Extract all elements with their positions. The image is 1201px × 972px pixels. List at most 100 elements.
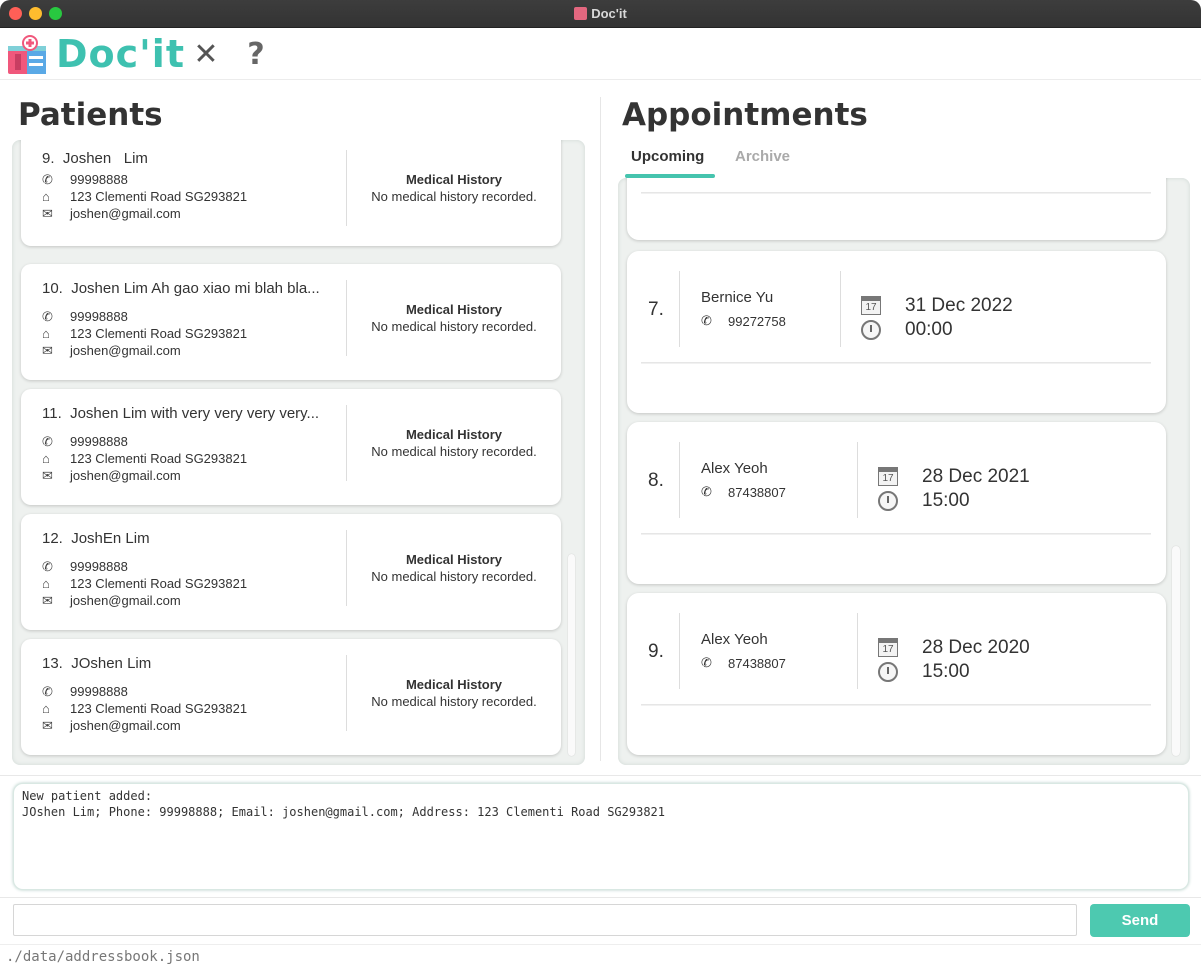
save-file-path: ./data/addressbook.json bbox=[6, 949, 200, 965]
calendar-icon: 17 bbox=[878, 467, 898, 486]
appointment-card[interactable]: 9. Alex Yeoh ✆ 87438807 17 28 Dec 2020 15… bbox=[627, 593, 1166, 755]
card-footer-line bbox=[641, 533, 1151, 535]
envelope-icon: ✉ bbox=[42, 343, 53, 358]
appointment-phone-text: 87438807 bbox=[728, 485, 786, 500]
command-input[interactable] bbox=[13, 904, 1077, 936]
alarm-clock-icon bbox=[878, 662, 898, 682]
appointment-index: 7. bbox=[648, 299, 664, 320]
appointment-time: 00:00 bbox=[905, 319, 953, 340]
medical-history-text: No medical history recorded. bbox=[371, 189, 537, 204]
patient-card[interactable]: 13. JOshen Lim ✆ 99998888 ⌂ 123 Clementi R… bbox=[21, 639, 561, 755]
appointment-phone: ✆ 87438807 bbox=[701, 484, 786, 500]
patient-email-text: joshen@gmail.com bbox=[70, 206, 181, 221]
medical-history-text: No medical history recorded. bbox=[371, 319, 537, 334]
patient-card[interactable]: 11. Joshen Lim with very very very very.… bbox=[21, 389, 561, 505]
result-bottom-border bbox=[0, 897, 1201, 898]
house-icon: ⌂ bbox=[42, 189, 50, 204]
window-title: Doc'it bbox=[0, 6, 1201, 21]
patient-address: ⌂ 123 Clementi Road SG293821 bbox=[42, 451, 247, 466]
house-icon: ⌂ bbox=[42, 576, 50, 591]
patient-list[interactable]: 9. Joshen Lim ✆ 99998888 ⌂ 123 Clementi Ro… bbox=[12, 140, 585, 765]
appointment-list-scrollbar[interactable] bbox=[1172, 546, 1180, 756]
send-button[interactable]: Send bbox=[1090, 904, 1190, 937]
calendar-icon: 17 bbox=[861, 296, 881, 315]
patient-email-text: joshen@gmail.com bbox=[70, 593, 181, 608]
patient-name: 11. Joshen Lim with very very very very.… bbox=[42, 405, 319, 422]
phone-icon: ✆ bbox=[701, 484, 712, 499]
app-toolbar: Doc'it ✕ ? bbox=[0, 28, 1201, 80]
card-divider bbox=[679, 613, 680, 689]
patient-card[interactable]: 10. Joshen Lim Ah gao xiao mi blah bla..… bbox=[21, 264, 561, 380]
appointment-time: 15:00 bbox=[922, 661, 970, 682]
phone-icon: ✆ bbox=[42, 434, 53, 449]
datetime-icons: 17 bbox=[878, 467, 898, 511]
medical-history-title: Medical History bbox=[405, 427, 503, 442]
datetime-icons: 17 bbox=[861, 296, 881, 340]
appointments-title: Appointments bbox=[622, 97, 868, 133]
appointment-card[interactable]: 7. Bernice Yu ✆ 99272758 17 31 Dec 2022 0… bbox=[627, 251, 1166, 413]
doctor-kit-icon bbox=[8, 35, 46, 74]
appointment-phone: ✆ 87438807 bbox=[701, 655, 786, 671]
card-divider bbox=[346, 150, 347, 226]
status-bar: ./data/addressbook.json bbox=[0, 944, 1201, 972]
tab-archive[interactable]: Archive bbox=[735, 148, 790, 165]
patient-phone-text: 99998888 bbox=[70, 309, 128, 324]
phone-icon: ✆ bbox=[42, 684, 53, 699]
house-icon: ⌂ bbox=[42, 701, 50, 716]
appointment-index: 8. bbox=[648, 470, 664, 491]
patient-name-text: JoshEn Lim bbox=[71, 530, 150, 547]
medical-history-title: Medical History bbox=[405, 302, 503, 317]
result-top-border bbox=[0, 775, 1201, 776]
alarm-clock-icon bbox=[861, 320, 881, 340]
patient-email: ✉ joshen@gmail.com bbox=[42, 468, 181, 484]
patient-address-text: 123 Clementi Road SG293821 bbox=[70, 326, 248, 341]
title-bar: Doc'it bbox=[0, 0, 1201, 28]
card-divider bbox=[346, 530, 347, 606]
medical-history-title: Medical History bbox=[405, 172, 503, 187]
patient-name: 9. Joshen Lim bbox=[42, 150, 148, 167]
card-divider bbox=[346, 405, 347, 481]
card-divider bbox=[679, 271, 680, 347]
card-footer-line bbox=[641, 192, 1151, 194]
tab-upcoming[interactable]: Upcoming bbox=[631, 148, 704, 165]
appointment-phone-text: 99272758 bbox=[728, 314, 786, 329]
patient-phone-text: 99998888 bbox=[70, 559, 128, 574]
phone-icon: ✆ bbox=[42, 172, 53, 187]
card-footer-line bbox=[641, 362, 1151, 364]
phone-icon: ✆ bbox=[701, 655, 712, 670]
patient-email: ✉ joshen@gmail.com bbox=[42, 206, 181, 222]
patient-address-text: 123 Clementi Road SG293821 bbox=[70, 189, 248, 204]
medical-history-text: No medical history recorded. bbox=[371, 694, 537, 709]
patient-index: 9. bbox=[42, 150, 55, 167]
medical-history-title: Medical History bbox=[405, 677, 503, 692]
appointment-patient-name: Alex Yeoh bbox=[701, 460, 768, 477]
patient-name-text: Joshen Lim with very very very very... bbox=[70, 405, 320, 422]
appointment-card[interactable]: 8. Alex Yeoh ✆ 87438807 17 28 Dec 2021 15… bbox=[627, 422, 1166, 584]
patient-index: 10. bbox=[42, 280, 63, 297]
calendar-icon: 17 bbox=[878, 638, 898, 657]
patient-name: 13. JOshen Lim bbox=[42, 655, 151, 672]
patient-name-text: Joshen Lim Ah gao xiao mi blah bla... bbox=[71, 280, 320, 297]
medical-history-text: No medical history recorded. bbox=[371, 444, 537, 459]
patient-phone-text: 99998888 bbox=[70, 434, 128, 449]
patient-phone: ✆ 99998888 bbox=[42, 172, 128, 188]
patient-email: ✉ joshen@gmail.com bbox=[42, 593, 181, 609]
patient-address: ⌂ 123 Clementi Road SG293821 bbox=[42, 326, 247, 341]
datetime-icons: 17 bbox=[878, 638, 898, 682]
patient-name-text: Joshen Lim bbox=[62, 150, 148, 167]
patient-card[interactable]: 9. Joshen Lim ✆ 99998888 ⌂ 123 Clementi Ro… bbox=[21, 140, 561, 246]
appointment-patient-name: Alex Yeoh bbox=[701, 631, 768, 648]
app-window: Doc'it Doc'it ✕ ? Patients Appointments … bbox=[0, 0, 1201, 972]
appointment-date: 28 Dec 2021 bbox=[922, 466, 1030, 487]
alarm-clock-icon bbox=[878, 491, 898, 511]
card-footer-line bbox=[641, 704, 1151, 706]
result-display: New patient added: JOshen Lim; Phone: 999… bbox=[13, 783, 1189, 890]
appointment-time: 15:00 bbox=[922, 490, 970, 511]
phone-icon: ✆ bbox=[701, 313, 712, 328]
patient-list-scrollbar[interactable] bbox=[568, 554, 575, 756]
patient-card[interactable]: 12. JoshEn Lim ✆ 99998888 ⌂ 123 Clementi R… bbox=[21, 514, 561, 630]
help-button[interactable]: ? bbox=[240, 37, 272, 72]
appointment-list[interactable]: 7. Bernice Yu ✆ 99272758 17 31 Dec 2022 0… bbox=[618, 178, 1190, 765]
exit-button[interactable]: ✕ bbox=[190, 37, 222, 72]
appointment-card[interactable] bbox=[627, 178, 1166, 240]
